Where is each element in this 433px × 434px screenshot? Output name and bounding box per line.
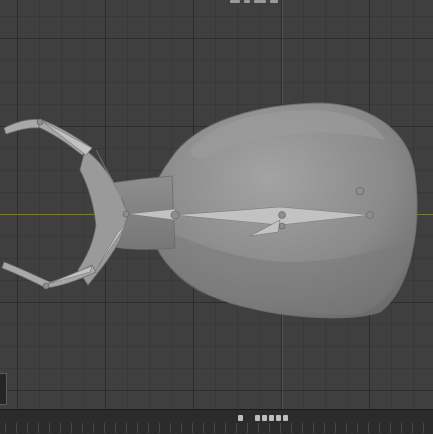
joint-head-center[interactable] [278,211,286,219]
joint-head-tip[interactable] [366,211,374,219]
bone-mandible-upper[interactable] [41,120,93,156]
jump-start-icon[interactable] [238,415,243,421]
play-reverse-icon[interactable] [262,415,267,421]
joint-neck[interactable] [170,210,180,220]
joint-eye[interactable] [355,186,365,196]
jump-end-icon[interactable] [283,415,288,421]
joint-mandible-lower[interactable] [42,282,50,290]
next-keyframe-icon[interactable] [276,415,281,421]
sidebar-toggle-tab[interactable] [0,373,7,405]
scene-canvas[interactable] [0,0,433,409]
joint-jaw-root[interactable] [122,210,130,218]
joint-mandible-upper[interactable] [36,118,44,126]
upper-mandible-tip-mesh[interactable] [3,119,43,135]
joint-head-lower[interactable] [278,222,286,230]
playback-controls[interactable] [238,414,288,422]
play-icon[interactable] [269,415,274,421]
timeline-bar[interactable] [0,409,433,434]
prev-keyframe-icon[interactable] [255,415,260,421]
frame-ruler[interactable] [0,423,433,433]
jaw-base-mesh[interactable] [77,149,129,286]
lower-mandible-tip-mesh[interactable] [1,261,51,289]
3d-viewport[interactable] [0,0,433,409]
